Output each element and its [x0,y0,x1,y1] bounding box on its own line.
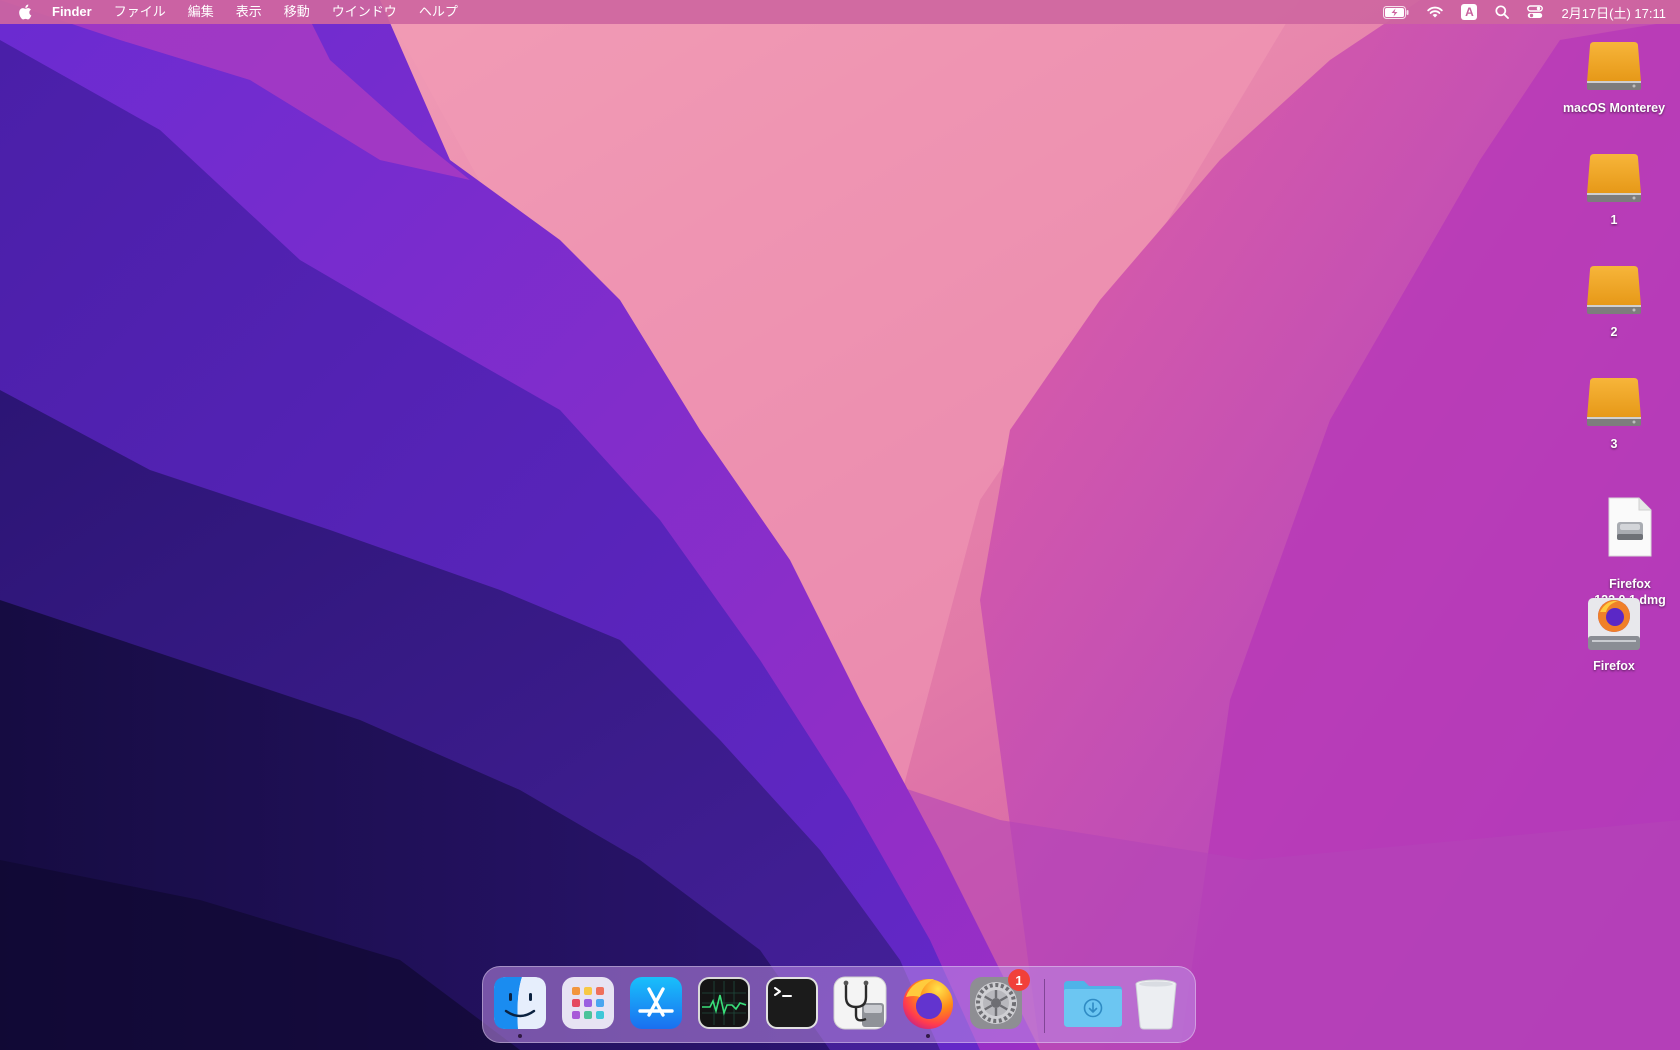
menu-go[interactable]: 移動 [273,0,321,24]
desktop-drive-1[interactable]: 1 [1556,148,1672,228]
dock-app-store[interactable] [628,975,684,1031]
running-indicator [518,1034,522,1038]
dock-disk-utility[interactable] [832,975,888,1031]
desktop-drive-macos-monterey[interactable]: macOS Monterey [1556,36,1672,116]
dock-activity-monitor[interactable] [696,975,752,1031]
dock-terminal[interactable] [764,975,820,1031]
desktop-item-label: 2 [1610,325,1618,339]
menu-window[interactable]: ウインドウ [321,0,408,24]
hard-drive-icon [1587,154,1641,202]
downloads-folder-icon [1064,981,1122,1027]
desktop-drive-3[interactable]: 3 [1556,372,1672,452]
desktop-volume-firefox[interactable]: Firefox [1556,594,1672,674]
menu-file[interactable]: ファイル [103,0,177,24]
notification-badge: 1 [1008,969,1030,991]
desktop-item-label: 3 [1610,437,1618,451]
finder-icon [494,977,546,1029]
desktop-drive-2[interactable]: 2 [1556,260,1672,340]
menu-view[interactable]: 表示 [225,0,273,24]
menu-bar-clock[interactable]: 2月17日(土) 17:11 [1561,3,1666,22]
activity-monitor-icon [698,977,750,1029]
wifi-icon[interactable] [1427,0,1444,24]
firefox-icon [903,979,953,1029]
app-store-icon [630,977,682,1029]
dock-launchpad[interactable] [560,975,616,1031]
spotlight-search-icon[interactable] [1495,0,1510,24]
hard-drive-icon [1587,266,1641,314]
dock-firefox[interactable] [900,975,956,1038]
input-source-icon[interactable]: A [1461,0,1478,24]
dock: 1 [482,966,1196,1043]
hard-drive-icon [1587,42,1641,90]
hard-drive-icon [1587,378,1641,426]
dock-downloads[interactable] [1062,975,1124,1031]
disk-image-file-icon [1608,497,1652,557]
terminal-icon [766,977,818,1029]
apple-menu-icon[interactable] [12,4,38,20]
menu-bar: Finder ファイル 編集 表示 移動 ウインドウ ヘルプ A 2月17日(土… [0,0,1680,24]
menu-edit[interactable]: 編集 [177,0,225,24]
dock-finder[interactable] [492,975,548,1038]
dock-separator [1044,979,1045,1033]
desktop-item-label: Firefox [1593,659,1635,673]
running-indicator [926,1034,930,1038]
desktop-item-label: 1 [1610,213,1618,227]
disk-utility-icon [833,976,887,1030]
input-source-label: A [1461,4,1478,20]
trash-icon [1135,979,1177,1030]
mounted-volume-firefox-icon [1588,598,1640,650]
dock-trash[interactable] [1128,975,1184,1031]
menu-app-finder[interactable]: Finder [38,0,103,24]
launchpad-icon [562,977,614,1029]
battery-icon[interactable] [1383,0,1409,24]
dock-system-preferences[interactable]: 1 [968,969,1030,1031]
desktop-item-label: macOS Monterey [1562,101,1666,115]
desktop-wallpaper [0,0,1680,1050]
menu-help[interactable]: ヘルプ [408,0,469,24]
control-center-icon[interactable] [1527,0,1544,24]
